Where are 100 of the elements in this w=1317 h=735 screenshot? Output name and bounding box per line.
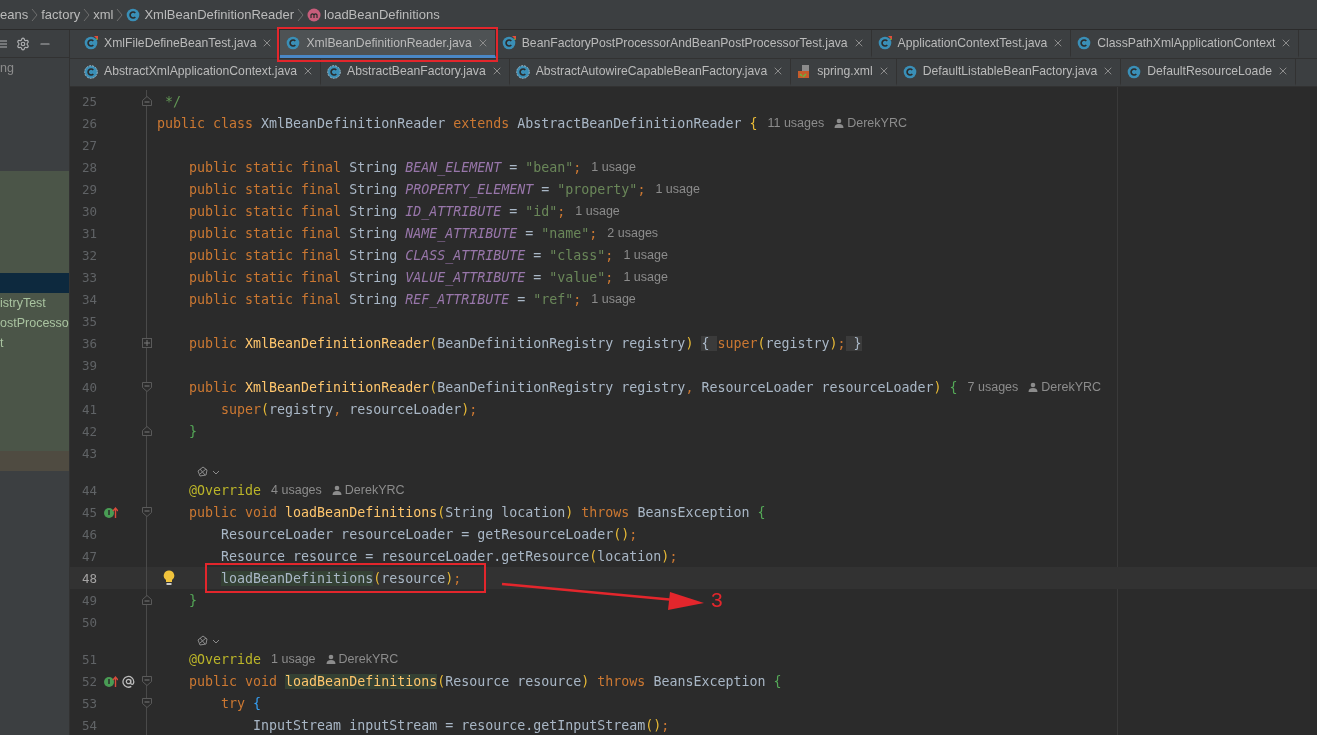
usages-hint[interactable]: 1 usage [655, 182, 700, 196]
line-number: 46 [80, 526, 97, 542]
abstract-class-icon [515, 63, 531, 79]
line-number: 43 [80, 445, 97, 461]
abstract-class-icon [84, 63, 99, 79]
line-number: 33 [80, 269, 97, 285]
code-line: public class XmlBeanDefinitionReader extends AbstractBeanDefinitionReader { [157, 115, 758, 131]
line-number: 30 [80, 203, 97, 219]
fold-icon[interactable] [142, 96, 152, 106]
line-number: 28 [80, 159, 97, 175]
author-hint[interactable]: DerekYRC [1041, 380, 1102, 394]
code-line: public static final String BEAN_ELEMENT = "bean"; [188, 159, 582, 175]
usages-hint[interactable]: 7 usages [967, 380, 1019, 394]
test-class-icon [877, 35, 893, 50]
inlay-hint-icon[interactable] [197, 634, 221, 647]
usages-hint[interactable]: 11 usages [767, 116, 825, 130]
usages-hint[interactable]: 1 usage [575, 204, 620, 218]
class-icon [286, 35, 302, 50]
fold-icon[interactable] [142, 382, 152, 392]
editor-tab[interactable]: XmlBeanDefinitionReader.java [280, 30, 496, 58]
usages-hint[interactable]: 1 usage [623, 248, 668, 262]
abstract-class-icon [327, 63, 343, 79]
settings-icon[interactable] [16, 36, 30, 51]
usages-hint[interactable]: 2 usages [607, 226, 659, 240]
code-line: public static final String VALUE_ATTRIBUTE = "value"; [188, 269, 614, 285]
author-hint[interactable]: DerekYRC [344, 483, 405, 497]
person-icon [331, 485, 342, 495]
code-line: } [188, 592, 198, 608]
class-icon [902, 63, 918, 79]
line-number: 32 [80, 247, 97, 263]
line-number: 36 [80, 335, 97, 351]
chevron-icon [83, 7, 91, 22]
line-number: 45 [80, 504, 97, 520]
project-tree-item[interactable]: ng [0, 58, 69, 78]
line-number: 48 [80, 570, 97, 586]
code-line: public static final String NAME_ATTRIBUTE = "name"; [188, 225, 598, 241]
person-icon [834, 118, 845, 128]
line-number: 49 [80, 592, 97, 608]
person-icon [1028, 382, 1039, 392]
line-number: 51 [80, 651, 97, 667]
line-number: 54 [80, 717, 97, 733]
usages-hint[interactable]: 4 usages [271, 483, 322, 497]
expand-fold-icon[interactable] [142, 338, 152, 348]
line-number: 52 [80, 673, 97, 689]
code-line: public void loadBeanDefinitions(Resource resource) throws BeansException { [188, 673, 782, 689]
fold-icon[interactable] [142, 698, 152, 708]
line-number: 31 [80, 225, 97, 241]
line-number: 39 [80, 357, 97, 373]
code-line: public void loadBeanDefinitions(String location) throws BeansException { [188, 504, 766, 520]
line-number: 50 [80, 614, 97, 630]
class-icon [126, 7, 142, 22]
override-icon[interactable] [104, 674, 118, 688]
line-number: 53 [80, 695, 97, 711]
step-number: 3 [711, 588, 723, 612]
line-number: 40 [80, 379, 97, 395]
at-sign-icon[interactable] [122, 674, 135, 688]
class-icon [1077, 35, 1093, 50]
override-icon[interactable] [104, 505, 118, 519]
line-number: 44 [80, 482, 97, 498]
test-class-icon [84, 35, 99, 50]
fold-icon[interactable] [142, 676, 152, 686]
inlay-hint-icon[interactable] [197, 465, 221, 478]
line-number: 47 [80, 548, 97, 564]
chevron-icon [31, 7, 39, 22]
line-number: 34 [80, 291, 97, 307]
fold-icon[interactable] [142, 595, 152, 605]
line-number: 26 [80, 115, 97, 131]
code-line: public XmlBeanDefinitionReader(BeanDefinitionRegistry registry, ResourceLoader resourceLoader) { [188, 379, 958, 395]
code-line: public XmlBeanDefinitionReader(BeanDefinitionRegistry registry) { super(registry); } [188, 335, 862, 351]
code-line: ResourceLoader resourceLoader = getResourceLoader(); [220, 526, 638, 542]
usages-hint[interactable]: 1 usage [271, 652, 316, 666]
code-line: } [188, 423, 198, 439]
chevron-icon [297, 7, 305, 22]
code-line: InputStream inputStream = resource.getInputStream(); [252, 717, 670, 733]
author-hint[interactable]: DerekYRC [847, 116, 907, 130]
code-line: public static final String REF_ATTRIBUTE = "ref"; [188, 291, 582, 307]
person-icon [325, 654, 336, 664]
usages-hint[interactable]: 1 usage [591, 160, 636, 174]
breadcrumb-item[interactable]: xml [93, 7, 114, 22]
code-line: super(registry, resourceLoader); [220, 401, 478, 417]
breadcrumb-item[interactable]: factory [41, 7, 81, 22]
class-icon [1127, 63, 1143, 79]
line-number: 29 [80, 181, 97, 197]
breadcrumb-item[interactable]: loadBeanDefinitions [324, 7, 440, 22]
test-class-icon [501, 35, 517, 50]
code-line: public static final String PROPERTY_ELEMENT = "property"; [188, 181, 646, 197]
code-line: public static final String CLASS_ATTRIBUTE = "class"; [188, 247, 614, 263]
line-number: 25 [80, 93, 97, 109]
code-line: */ [164, 93, 182, 109]
fold-icon[interactable] [142, 426, 152, 436]
author-hint[interactable]: DerekYRC [338, 652, 399, 666]
code-line: public static final String ID_ATTRIBUTE = "id"; [188, 203, 566, 219]
breadcrumb-item[interactable]: XmlBeanDefinitionReader [144, 7, 295, 22]
breadcrumb-item[interactable]: eans [0, 7, 29, 22]
usages-hint[interactable]: 1 usage [591, 292, 636, 306]
code-line: @Override [188, 651, 262, 667]
lightbulb-icon[interactable] [163, 570, 175, 586]
collapse-icon[interactable] [0, 37, 8, 50]
fold-icon[interactable] [142, 507, 152, 517]
usages-hint[interactable]: 1 usage [623, 270, 668, 284]
